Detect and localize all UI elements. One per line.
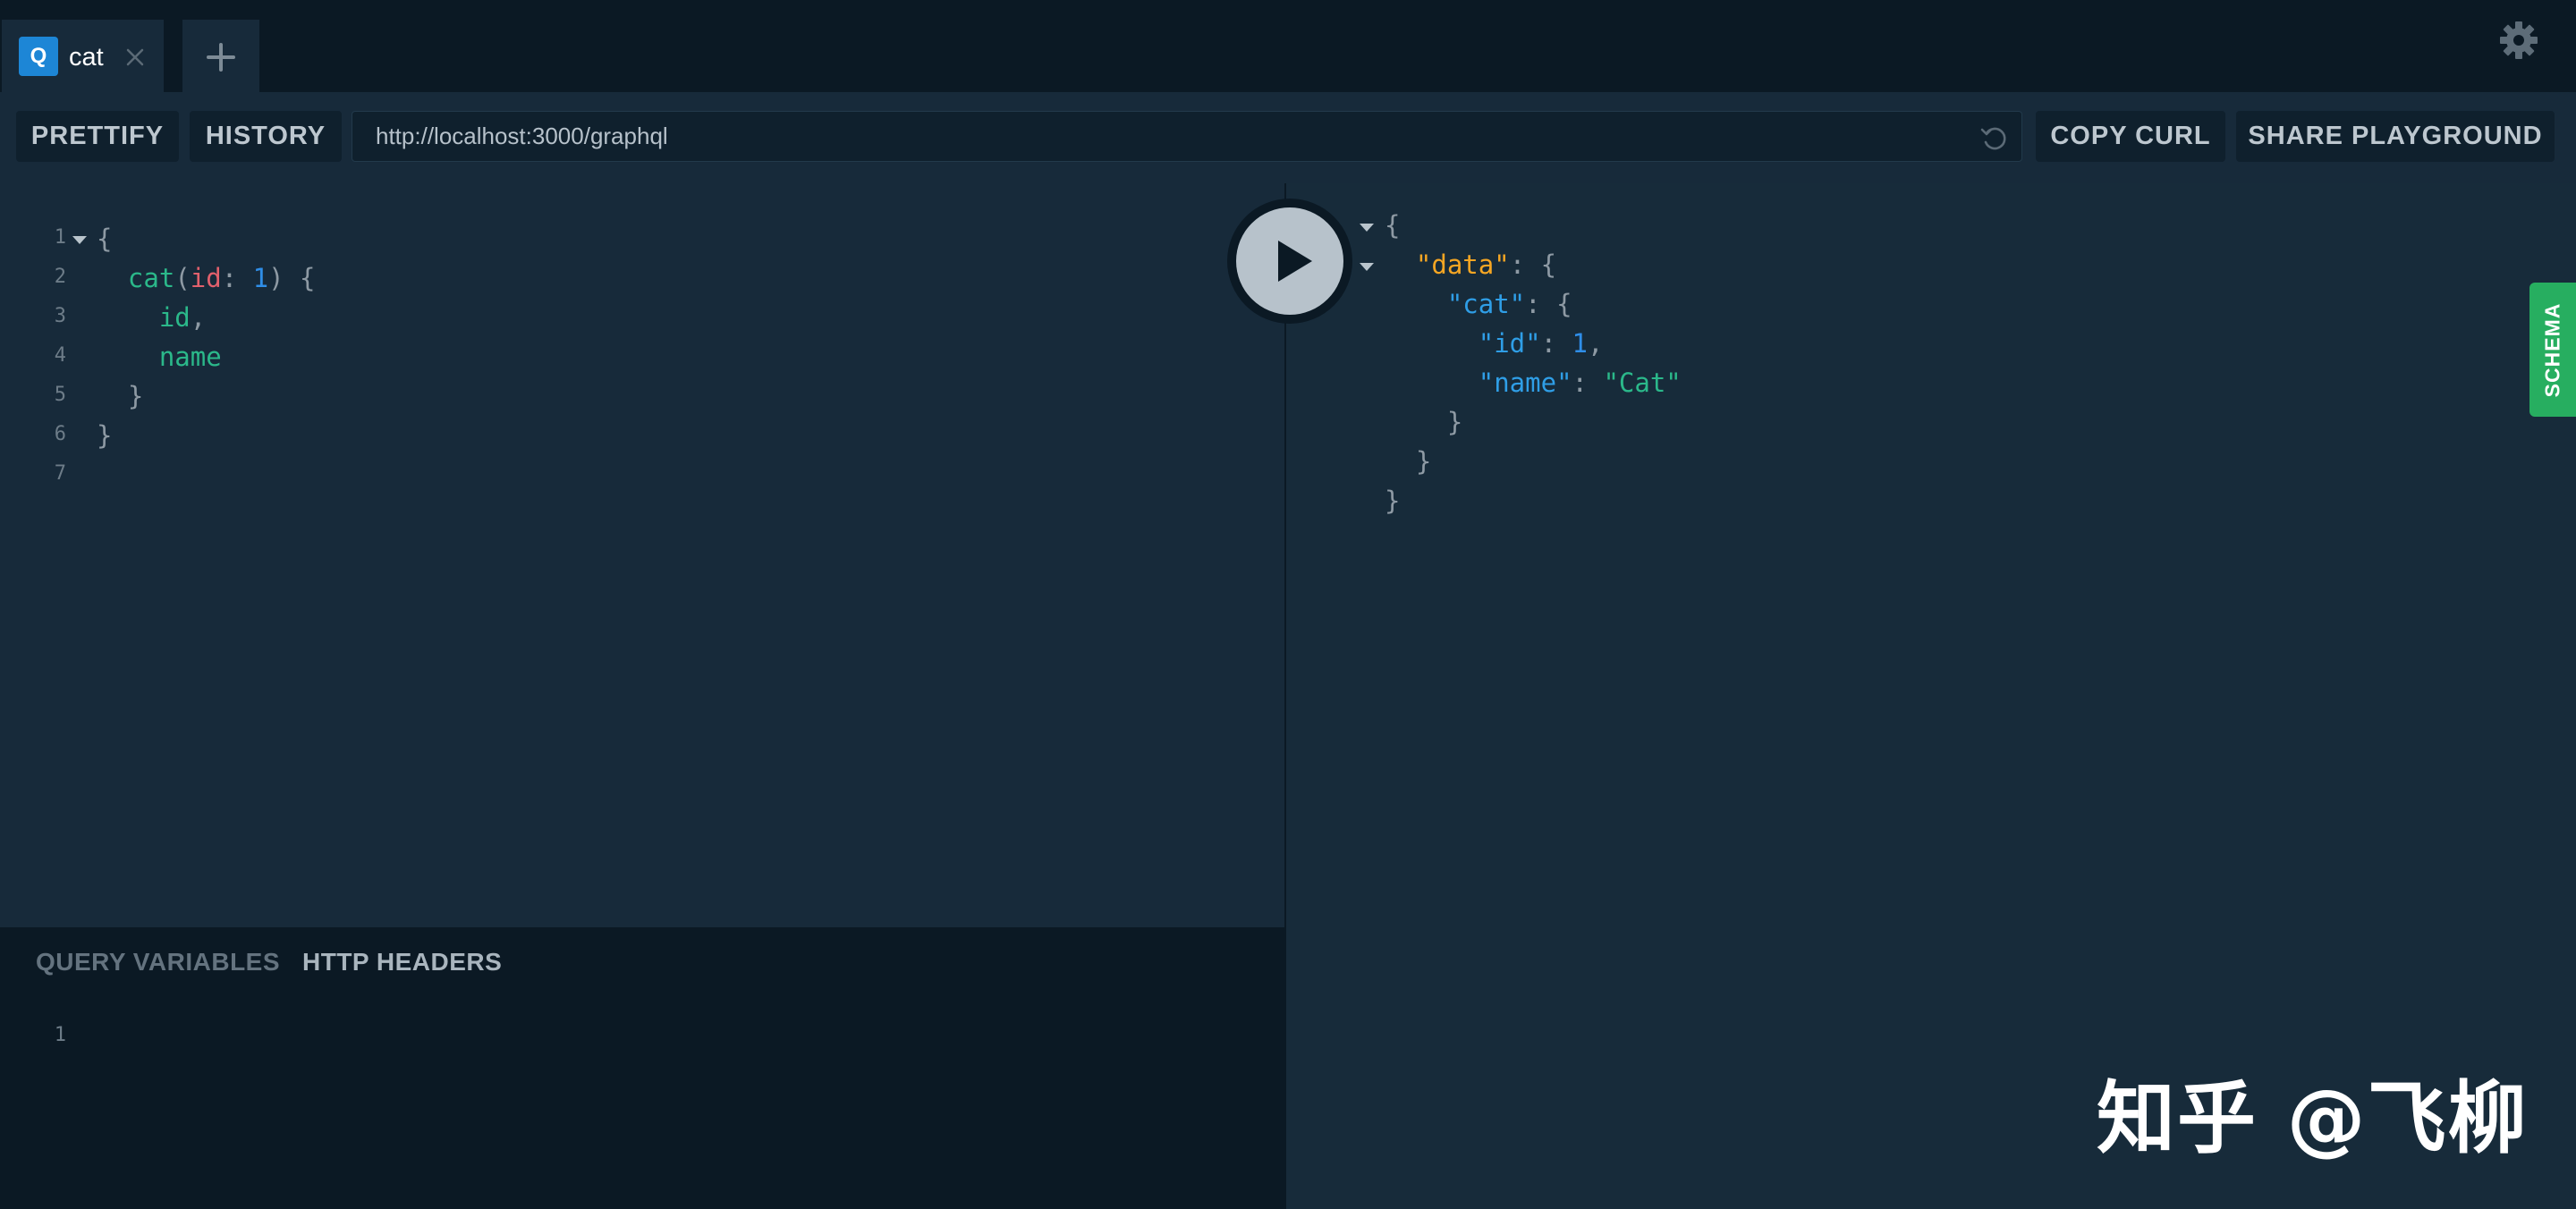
- query-token: id: [97, 302, 191, 333]
- tab-title: cat: [69, 43, 104, 72]
- query-token: id: [190, 263, 222, 293]
- query-token: name: [97, 342, 222, 372]
- fold-arrow-icon[interactable]: [1360, 224, 1374, 232]
- result-token: "id": [1478, 328, 1541, 359]
- endpoint-url-input[interactable]: http://localhost:3000/graphql: [352, 111, 2022, 162]
- query-line-number: 2: [54, 266, 66, 288]
- endpoint-url-text: http://localhost:3000/graphql: [376, 123, 668, 149]
- query-token: 1: [252, 263, 269, 293]
- result-token: : {: [1509, 249, 1557, 280]
- copy-curl-button[interactable]: COPY CURL: [2036, 111, 2225, 162]
- result-token: [1385, 249, 1416, 280]
- query-line: name: [97, 337, 222, 376]
- query-line-number: 1: [54, 226, 66, 249]
- query-line: id,: [97, 298, 206, 337]
- reload-icon: [1980, 127, 2006, 150]
- pane-divider[interactable]: [1284, 183, 1286, 1209]
- result-token: [1385, 328, 1479, 359]
- result-token: : {: [1525, 289, 1572, 319]
- result-line: }: [1385, 442, 1431, 481]
- query-line-number: 7: [54, 462, 66, 485]
- query-line-number: 4: [54, 344, 66, 367]
- query-line: cat(id: 1) {: [97, 258, 316, 298]
- watermark: 知乎 @飞柳: [2097, 1072, 2529, 1164]
- query-line-number: 3: [54, 305, 66, 327]
- query-token: {: [97, 224, 113, 254]
- result-line: }: [1385, 402, 1462, 442]
- query-line: }: [97, 376, 143, 416]
- result-line: "cat": {: [1385, 284, 1572, 324]
- query-line-number: 6: [54, 423, 66, 445]
- query-badge: Q: [19, 37, 58, 76]
- query-token: ) {: [268, 263, 316, 293]
- play-icon: [1278, 241, 1312, 282]
- result-line: {: [1385, 206, 1400, 245]
- result-line: }: [1385, 481, 1400, 520]
- result-token: "data": [1415, 249, 1510, 280]
- schema-tab-label: SCHEMA: [2540, 302, 2564, 397]
- result-token: :: [1540, 328, 1572, 359]
- history-button[interactable]: HISTORY: [190, 111, 342, 162]
- query-token: (: [174, 263, 191, 293]
- result-token: }: [1385, 446, 1432, 477]
- result-token: ,: [1588, 328, 1604, 359]
- plus-icon: [207, 43, 235, 72]
- result-line: "name": "Cat": [1385, 363, 1682, 402]
- result-token: "name": [1478, 368, 1572, 398]
- share-playground-button[interactable]: SHARE PLAYGROUND: [2236, 111, 2555, 162]
- variables-line-number: 1: [54, 1024, 66, 1046]
- reload-schema-button[interactable]: [1979, 123, 2009, 153]
- query-token: }: [97, 381, 144, 411]
- query-line: }: [97, 416, 112, 455]
- result-token: "cat": [1446, 289, 1526, 319]
- result-token: }: [1385, 407, 1463, 437]
- fold-arrow-icon[interactable]: [1360, 263, 1374, 271]
- query-line: {: [97, 219, 112, 258]
- query-token: :: [221, 263, 253, 293]
- tab-http-headers[interactable]: HTTP HEADERS: [302, 948, 502, 976]
- query-line-number: 5: [54, 384, 66, 406]
- result-token: "Cat": [1603, 368, 1682, 398]
- tab-bar: [0, 0, 2576, 92]
- result-token: [1385, 289, 1447, 319]
- gear-icon: [2500, 21, 2538, 59]
- tab-query-variables[interactable]: QUERY VARIABLES: [36, 948, 280, 976]
- settings-button[interactable]: [2496, 18, 2541, 63]
- close-icon[interactable]: [121, 43, 149, 72]
- result-token: {: [1385, 210, 1401, 241]
- query-token: ,: [190, 302, 207, 333]
- fold-arrow-icon[interactable]: [72, 236, 87, 244]
- result-line: "id": 1,: [1385, 324, 1604, 363]
- add-tab-button[interactable]: [182, 20, 259, 92]
- prettify-button[interactable]: PRETTIFY: [16, 111, 179, 162]
- result-line: "data": {: [1385, 245, 1556, 284]
- result-token: [1385, 368, 1479, 398]
- query-token: }: [97, 420, 113, 451]
- result-token: }: [1385, 486, 1401, 516]
- query-token: cat: [97, 263, 175, 293]
- result-token: 1: [1572, 328, 1588, 359]
- result-token: :: [1572, 368, 1604, 398]
